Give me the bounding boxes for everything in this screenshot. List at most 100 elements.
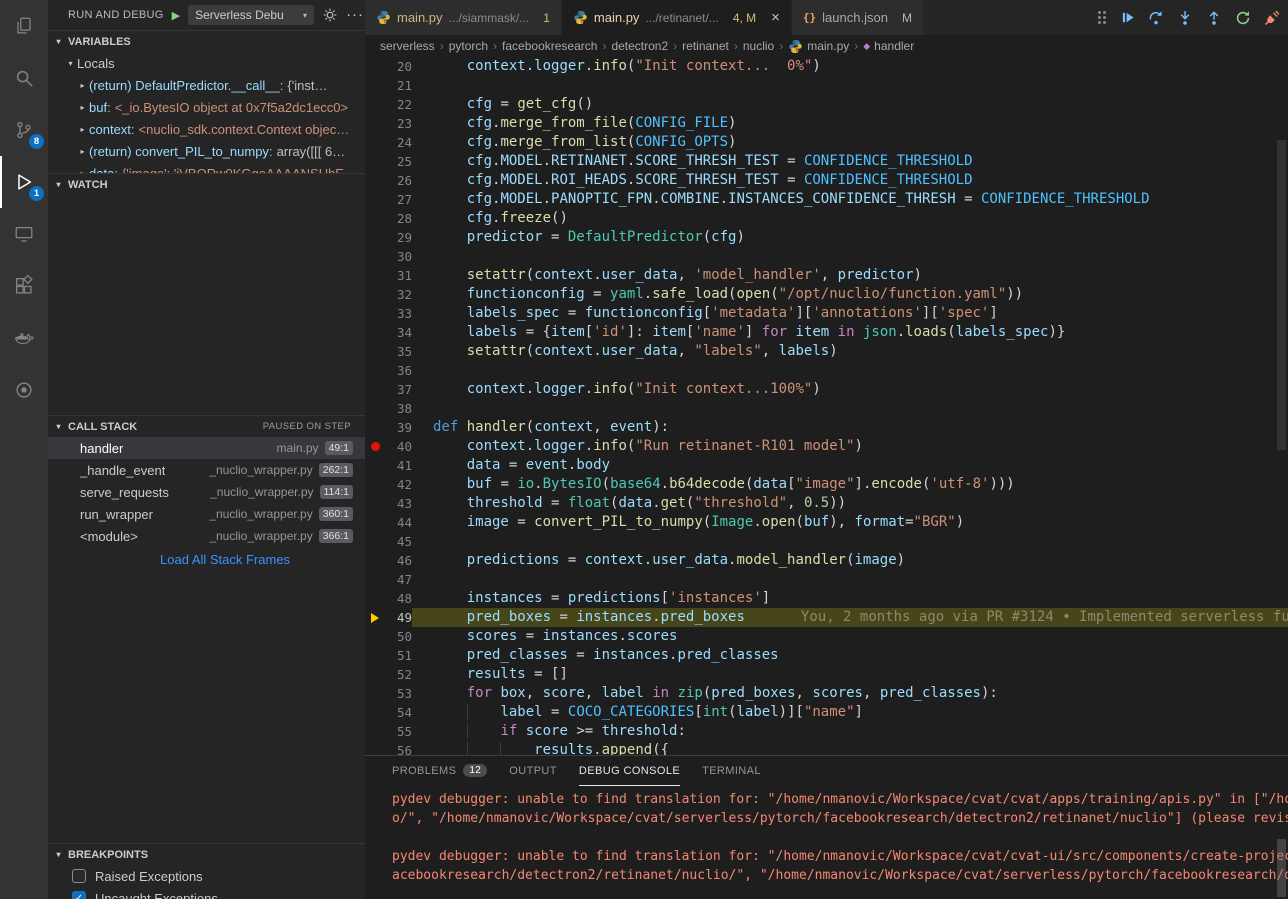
line-number: 53 <box>385 686 412 701</box>
activity-item-search[interactable] <box>0 52 48 104</box>
breadcrumb-item-handler[interactable]: ◆handler <box>863 39 914 53</box>
code-line[interactable]: 49 pred_boxes = instances.pred_boxesYou,… <box>365 608 1288 627</box>
breadcrumb-item-serverless[interactable]: serverless <box>380 39 435 53</box>
more-actions-icon[interactable]: ··· <box>346 10 364 20</box>
code-line[interactable]: 53 for box, score, label in zip(pred_box… <box>365 684 1288 703</box>
breakpoints-section-header[interactable]: ▾ BREAKPOINTS <box>48 843 365 865</box>
code-line[interactable]: 23 cfg.merge_from_file(CONFIG_FILE) <box>365 114 1288 133</box>
code-line[interactable]: 43 threshold = float(data.get("threshold… <box>365 494 1288 513</box>
code-line[interactable]: 55 if score >= threshold: <box>365 722 1288 741</box>
code-line[interactable]: 30 <box>365 247 1288 266</box>
code-line[interactable]: 52 results = [] <box>365 665 1288 684</box>
code-line[interactable]: 22 cfg = get_cfg() <box>365 95 1288 114</box>
gear-icon[interactable] <box>322 7 338 23</box>
code-line[interactable]: 50 scores = instances.scores <box>365 627 1288 646</box>
step-out-icon[interactable] <box>1206 10 1222 26</box>
code-line[interactable]: 35 setattr(context.user_data, "labels", … <box>365 342 1288 361</box>
code-line[interactable]: 25 cfg.MODEL.RETINANET.SCORE_THRESH_TEST… <box>365 152 1288 171</box>
code-line[interactable]: 45 <box>365 532 1288 551</box>
code-line[interactable]: 21 <box>365 76 1288 95</box>
panel-scrollbar[interactable] <box>1277 839 1286 897</box>
watch-section-header[interactable]: ▾ WATCH <box>48 173 365 195</box>
call-stack-frame[interactable]: run_wrapper_nuclio_wrapper.py360:1 <box>48 503 365 525</box>
breakpoint-row[interactable]: Raised Exceptions <box>48 865 365 887</box>
breadcrumb-item-retinanet[interactable]: retinanet <box>682 39 729 53</box>
code-line[interactable]: 26 cfg.MODEL.ROI_HEADS.SCORE_THRESH_TEST… <box>365 171 1288 190</box>
breadcrumb-item-nuclio[interactable]: nuclio <box>743 39 774 53</box>
panel-tab-terminal[interactable]: TERMINAL <box>702 757 761 786</box>
code-line[interactable]: 24 cfg.merge_from_list(CONFIG_OPTS) <box>365 133 1288 152</box>
step-over-icon[interactable] <box>1148 10 1164 26</box>
activity-item-remote-explorer[interactable] <box>0 208 48 260</box>
code-line[interactable]: 27 cfg.MODEL.PANOPTIC_FPN.COMBINE.INSTAN… <box>365 190 1288 209</box>
call-stack-frame[interactable]: <module>_nuclio_wrapper.py366:1 <box>48 525 365 547</box>
code-line[interactable]: 47 <box>365 570 1288 589</box>
panel-tab-output[interactable]: OUTPUT <box>509 757 557 786</box>
breadcrumb-item-main.py[interactable]: main.py <box>788 39 849 54</box>
variable-row[interactable]: ▸(return) convert_PIL_to_numpy:array([[[… <box>48 140 365 162</box>
checkbox[interactable] <box>72 869 86 883</box>
code-line[interactable]: 36 <box>365 361 1288 380</box>
code-line[interactable]: 37 context.logger.info("Init context...1… <box>365 380 1288 399</box>
breadcrumb-item-pytorch[interactable]: pytorch <box>449 39 488 53</box>
panel-tab-problems[interactable]: PROBLEMS12 <box>392 757 487 786</box>
code-line[interactable]: 40 context.logger.info("Run retinanet-R1… <box>365 437 1288 456</box>
activity-item-docker[interactable] <box>0 312 48 364</box>
call-stack-section-header[interactable]: ▾ CALL STACK PAUSED ON STEP <box>48 415 365 437</box>
call-stack-frame[interactable]: serve_requests_nuclio_wrapper.py114:1 <box>48 481 365 503</box>
code-line[interactable]: 41 data = event.body <box>365 456 1288 475</box>
activity-item-source-control[interactable]: 8 <box>0 104 48 156</box>
breakpoint-row[interactable]: ✓Uncaught Exceptions <box>48 887 365 899</box>
code-line[interactable]: 29 predictor = DefaultPredictor(cfg) <box>365 228 1288 247</box>
code-line[interactable]: 46 predictions = context.user_data.model… <box>365 551 1288 570</box>
call-stack-frame[interactable]: handlermain.py49:1 <box>48 437 365 459</box>
editor-tab-main.py[interactable]: main.py.../siammask/...1 <box>365 0 562 35</box>
code-line[interactable]: 56 results.append({ <box>365 741 1288 755</box>
code-line[interactable]: 32 functionconfig = yaml.safe_load(open(… <box>365 285 1288 304</box>
variable-row[interactable]: ▸buf:<_io.BytesIO object at 0x7f5a2dc1ec… <box>48 96 365 118</box>
breadcrumb-item-facebookresearch[interactable]: facebookresearch <box>502 39 597 53</box>
disconnect-icon[interactable] <box>1264 10 1280 26</box>
variables-scope-locals[interactable]: ▾Locals <box>48 52 365 74</box>
load-all-stack-frames-link[interactable]: Load All Stack Frames <box>160 552 290 567</box>
code-line[interactable]: 31 setattr(context.user_data, 'model_han… <box>365 266 1288 285</box>
step-into-icon[interactable] <box>1177 10 1193 26</box>
call-stack-frame[interactable]: _handle_event_nuclio_wrapper.py262:1 <box>48 459 365 481</box>
variables-section-header[interactable]: ▾ VARIABLES <box>48 30 365 52</box>
start-debug-button[interactable]: ▶ <box>172 9 180 22</box>
code-line[interactable]: 39def handler(context, event): <box>365 418 1288 437</box>
code-text <box>412 247 1288 266</box>
editor-scrollbar[interactable] <box>1277 140 1286 450</box>
variable-row[interactable]: ▸(return) DefaultPredictor.__call__:{'in… <box>48 74 365 96</box>
editor-tab-launch.json[interactable]: {}launch.jsonM <box>792 0 924 35</box>
launch-config-dropdown[interactable]: Serverless Debu ▾ <box>188 5 314 25</box>
code-line[interactable]: 34 labels = {item['id']: item['name'] fo… <box>365 323 1288 342</box>
activity-item-plugin-circle[interactable] <box>0 364 48 416</box>
code-line[interactable]: 51 pred_classes = instances.pred_classes <box>365 646 1288 665</box>
code-line[interactable]: 54 label = COCO_CATEGORIES[int(label)]["… <box>365 703 1288 722</box>
activity-item-extensions[interactable] <box>0 260 48 312</box>
code-line[interactable]: 48 instances = predictions['instances'] <box>365 589 1288 608</box>
panel-tab-label: TERMINAL <box>702 765 761 777</box>
checkbox[interactable]: ✓ <box>72 891 86 899</box>
code-line[interactable]: 20 context.logger.info("Init context... … <box>365 57 1288 76</box>
activity-item-files[interactable] <box>0 0 48 52</box>
variable-row[interactable]: ▸data:{'image': 'iVBORw0KGgoAAAANSUhE… <box>48 162 365 173</box>
activity-item-run-debug[interactable]: 1 <box>0 156 48 208</box>
code-line[interactable]: 38 <box>365 399 1288 418</box>
code-line[interactable]: 42 buf = io.BytesIO(base64.b64decode(dat… <box>365 475 1288 494</box>
code-line[interactable]: 33 labels_spec = functionconfig['metadat… <box>365 304 1288 323</box>
code-line[interactable]: 44 image = convert_PIL_to_numpy(Image.op… <box>365 513 1288 532</box>
variable-row[interactable]: ▸context:<nuclio_sdk.context.Context obj… <box>48 118 365 140</box>
toolbar-drag-grip[interactable] <box>1098 11 1101 14</box>
continue-icon[interactable] <box>1120 10 1135 25</box>
restart-icon[interactable] <box>1235 10 1251 26</box>
editor-tab-main.py[interactable]: main.py.../retinanet/...4, M× <box>562 0 792 35</box>
close-icon[interactable]: × <box>771 12 780 24</box>
breadcrumb-item-detectron2[interactable]: detectron2 <box>611 39 668 53</box>
code-line[interactable]: 28 cfg.freeze() <box>365 209 1288 228</box>
breakpoint-dot[interactable] <box>365 442 385 451</box>
panel-tab-debug-console[interactable]: DEBUG CONSOLE <box>579 757 680 786</box>
code-text: scores = instances.scores <box>412 627 1288 646</box>
activity-badge: 8 <box>29 134 44 149</box>
